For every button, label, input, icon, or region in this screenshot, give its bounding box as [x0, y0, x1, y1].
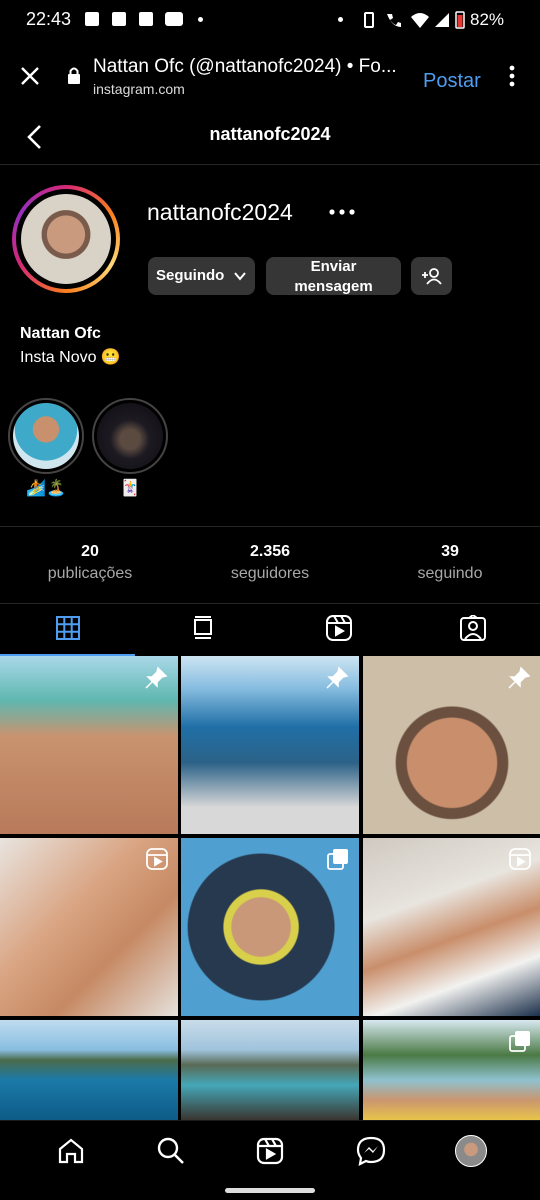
- post-thumbnail[interactable]: [0, 1020, 178, 1120]
- battery-icon: [455, 11, 465, 29]
- profile-handle: nattanofc2024: [147, 199, 293, 225]
- tagged-icon[interactable]: [460, 615, 486, 641]
- feed-icon[interactable]: [192, 616, 214, 640]
- following-label: Seguindo: [156, 267, 225, 284]
- profile-avatar[interactable]: [21, 194, 111, 284]
- close-icon[interactable]: [20, 66, 40, 86]
- search-icon[interactable]: [156, 1136, 186, 1166]
- youtube-icon: [165, 12, 183, 26]
- highlight-label: 🃏: [120, 480, 140, 497]
- status-time: 22:43: [26, 9, 72, 29]
- stat-value: 20: [81, 543, 99, 560]
- highlight-label: 🏄🏝️: [26, 480, 66, 497]
- pin-icon: [326, 666, 349, 689]
- bio: Insta Novo 😬: [20, 349, 121, 366]
- notification-icon: [139, 12, 153, 26]
- browser-bar: Nattan Ofc (@nattanofc2024) • Fo... inst…: [0, 40, 540, 112]
- profile-stats: 20 publicações 2.356 seguidores 39 segui…: [0, 526, 540, 604]
- post-thumbnail[interactable]: [0, 656, 178, 834]
- message-label-line2: mensagem: [294, 278, 373, 295]
- profile-tabs: [0, 603, 540, 655]
- post-thumbnail[interactable]: [181, 838, 359, 1016]
- profile-more-icon[interactable]: [328, 207, 356, 217]
- home-icon[interactable]: [57, 1137, 85, 1165]
- highlight-cover: [13, 403, 79, 469]
- followers-count[interactable]: 2.356 seguidores: [180, 543, 360, 583]
- chevron-down-icon: [234, 272, 246, 281]
- messenger-icon[interactable]: [356, 1136, 386, 1166]
- vibrate-icon: [364, 12, 374, 28]
- posts-count[interactable]: 20 publicações: [0, 543, 180, 583]
- lock-icon: [68, 67, 80, 84]
- stat-value: 2.356: [249, 543, 291, 560]
- header-username: nattanofc2024: [209, 124, 331, 144]
- highlight-cover: [97, 403, 163, 469]
- post-thumbnail[interactable]: [363, 838, 540, 1016]
- reels-nav-icon[interactable]: [256, 1137, 284, 1165]
- more-options-icon[interactable]: [505, 64, 519, 88]
- reel-icon: [146, 848, 168, 870]
- pin-icon: [145, 666, 168, 689]
- stat-label: seguidores: [230, 565, 310, 582]
- more-notifications-icon: [198, 17, 203, 22]
- story-highlight[interactable]: [8, 398, 84, 474]
- notification-icon: [85, 12, 99, 26]
- reel-icon: [509, 848, 531, 870]
- pin-icon: [508, 666, 531, 689]
- story-highlight[interactable]: [92, 398, 168, 474]
- profile-header: nattanofc2024: [0, 112, 540, 165]
- bottom-nav: [0, 1120, 540, 1183]
- browser-url[interactable]: instagram.com: [93, 81, 185, 97]
- post-thumbnail[interactable]: [363, 1020, 540, 1120]
- post-thumbnail[interactable]: [0, 838, 178, 1016]
- suggest-people-button[interactable]: [411, 257, 452, 295]
- battery-level: 82%: [470, 10, 505, 29]
- stat-label: seguindo: [417, 565, 483, 582]
- stat-label: publicações: [47, 565, 133, 582]
- wifi-icon: [411, 13, 429, 28]
- post-thumbnail[interactable]: [363, 656, 540, 834]
- post-thumbnail[interactable]: [181, 656, 359, 834]
- browser-page-title[interactable]: Nattan Ofc (@nattanofc2024) • Fo...: [93, 56, 408, 78]
- message-label-line1: Enviar: [310, 258, 357, 275]
- grid-icon[interactable]: [56, 616, 80, 640]
- post-button[interactable]: Postar: [423, 70, 481, 93]
- post-thumbnail[interactable]: [181, 1020, 359, 1120]
- carousel-icon: [327, 849, 348, 870]
- wifi-call-icon: [387, 14, 401, 27]
- profile-nav-avatar[interactable]: [455, 1135, 487, 1167]
- notification-icon: [112, 12, 126, 26]
- following-count[interactable]: 39 seguindo: [360, 543, 540, 583]
- carousel-icon: [509, 1031, 530, 1052]
- status-bar: 22:43 82%: [0, 0, 540, 40]
- dot-icon: [338, 17, 343, 22]
- following-button[interactable]: Seguindo: [148, 257, 255, 295]
- display-name: Nattan Ofc: [20, 325, 101, 342]
- stat-value: 39: [441, 543, 459, 560]
- signal-icon: [435, 13, 449, 27]
- gesture-handle: [225, 1188, 315, 1193]
- reels-icon[interactable]: [326, 615, 352, 641]
- message-button[interactable]: Enviar mensagem: [266, 257, 401, 295]
- add-person-icon: [422, 268, 442, 285]
- posts-grid: [0, 656, 540, 1120]
